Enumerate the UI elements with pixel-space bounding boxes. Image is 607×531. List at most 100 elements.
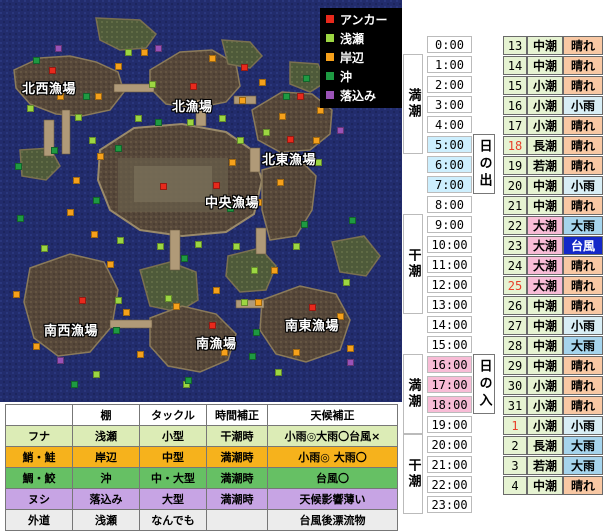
spot-north-label[interactable]: 北漁場 [172,96,213,115]
shallow-marker-icon [293,243,300,250]
table-cell: 満潮時 [206,488,268,510]
day-number: 13 [503,36,527,55]
table-row: フナ 浅瀬 小型 干潮時 小雨◎大雨〇台風× [5,425,398,447]
day-row: 13 中潮 晴れ [503,36,603,55]
tide-low-2: 干潮 [403,434,423,514]
day-tide: 中潮 [527,56,563,75]
table-cell: 天候影響薄い [267,488,398,510]
sunset-label: 日の入 [473,354,495,414]
shore-marker-icon [209,55,216,62]
day-tide: 中潮 [527,336,563,355]
day-tide: 小潮 [527,416,563,435]
shore-marker-icon [33,343,40,350]
day-weather: 晴れ [563,136,603,155]
shore-marker-icon [73,177,80,184]
table-cell: 台風〇 [267,467,398,489]
day-number: 3 [503,456,527,475]
day-row: 31 小潮 晴れ [503,396,603,415]
offshore-marker-icon [71,381,78,388]
shore-marker-icon [13,291,20,298]
table-cell: 干潮時 [206,425,268,447]
shallow-marker-icon [115,297,122,304]
day-row: 17 小潮 晴れ [503,116,603,135]
table-cell: 満潮時 [206,446,268,468]
time-cell: 19:00 [427,416,472,433]
dropoff-marker-icon [55,45,62,52]
time-cell: 12:00 [427,276,472,293]
table-cell: 小雨◎大雨〇台風× [267,425,398,447]
shallow-marker-icon [165,295,172,302]
day-weather: 晴れ [563,396,603,415]
shallow-marker-icon [27,105,34,112]
day-number: 19 [503,156,527,175]
day-row: 19 若潮 晴れ [503,156,603,175]
shallow-marker-icon [233,243,240,250]
shore-marker-icon [115,63,122,70]
offshore-marker-icon [349,217,356,224]
spot-northeast-label[interactable]: 北東漁場 [262,149,316,168]
shallow-marker-icon [75,114,82,121]
shore-marker-icon [317,107,324,114]
shallow-marker-icon [241,299,248,306]
offshore-marker-icon [181,255,188,262]
day-tide: 中潮 [527,36,563,55]
day-number: 24 [503,256,527,275]
shore-marker-icon [255,299,262,306]
day-row: 2 長潮 大雨 [503,436,603,455]
tide-low-1: 干潮 [403,214,423,314]
day-tide: 中潮 [527,316,563,335]
table-row: 鮹・鮭 岸辺 中型 満潮時 小雨◎ 大雨〇 [5,446,398,468]
shore-swatch-icon [326,53,334,61]
legend-row-shore: 岸辺 [326,49,364,65]
day-weather: 大雨 [563,216,603,235]
day-weather: 小雨 [563,316,603,335]
offshore-marker-icon [185,377,192,384]
table-header-cell: 棚 [72,404,140,426]
day-row: 15 小潮 晴れ [503,76,603,95]
dropoff-marker-icon [155,45,162,52]
dropoff-marker-icon [347,359,354,366]
tide-high-1: 満潮 [403,54,423,154]
anchor-marker-icon [309,304,316,311]
table-cell: フナ [5,425,73,447]
day-row: 30 小潮 晴れ [503,376,603,395]
table-cell [206,509,268,531]
day-row: 14 中潮 晴れ [503,56,603,75]
shore-marker-icon [97,153,104,160]
day-tide: 大潮 [527,256,563,275]
day-row: 20 中潮 小雨 [503,176,603,195]
time-cell: 3:00 [427,96,472,113]
time-cell: 17:00 [427,376,472,393]
day-number: 14 [503,56,527,75]
shallow-marker-icon [41,245,48,252]
anchor-marker-icon [213,182,220,189]
spot-southeast-label[interactable]: 南東漁場 [285,315,339,334]
spot-central-label[interactable]: 中央漁場 [205,192,259,211]
legend-label: 落込み [340,88,377,103]
legend-label: アンカー [340,12,388,27]
time-cell: 5:00 [427,136,472,153]
table-cell: 浅瀬 [72,425,140,447]
day-number: 28 [503,336,527,355]
shore-marker-icon [347,345,354,352]
shallow-swatch-icon [326,34,334,42]
day-number: 17 [503,116,527,135]
anchor-marker-icon [297,93,304,100]
day-tide: 若潮 [527,156,563,175]
spot-southwest-label[interactable]: 南西漁場 [44,320,98,339]
shallow-marker-icon [219,115,226,122]
shallow-marker-icon [149,81,156,88]
tide-high-2: 満潮 [403,354,423,434]
day-number: 18 [503,136,527,155]
shore-marker-icon [277,179,284,186]
shore-marker-icon [279,113,286,120]
spot-northwest-label[interactable]: 北西漁場 [22,78,76,97]
table-cell: 浅瀬 [72,509,140,531]
table-cell: 中型 [139,446,207,468]
anchor-marker-icon [241,64,248,71]
table-cell: 沖 [72,467,140,489]
spot-south-label[interactable]: 南漁場 [196,333,237,352]
offshore-marker-icon [15,163,22,170]
time-cell: 8:00 [427,196,472,213]
shore-marker-icon [271,267,278,274]
